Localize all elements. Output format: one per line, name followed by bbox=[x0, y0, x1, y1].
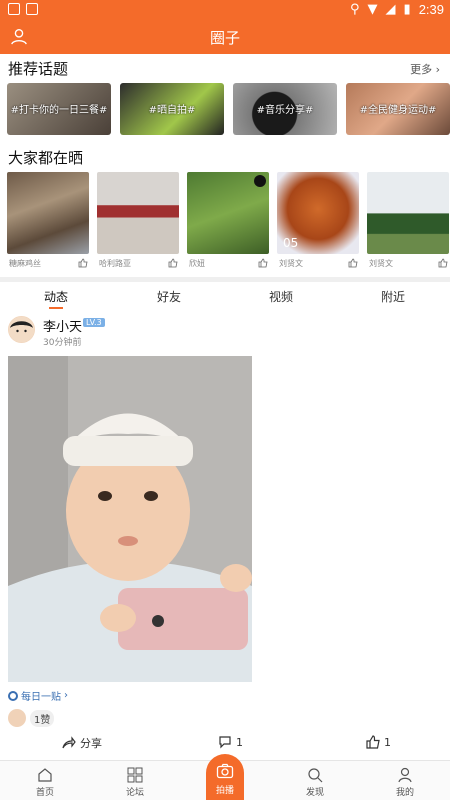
topic-card-fitness[interactable]: #全民健身运动# bbox=[346, 83, 450, 135]
nav-home-label: 首页 bbox=[35, 788, 54, 798]
share-button[interactable]: 分享 bbox=[62, 735, 102, 751]
thumbs-up-icon[interactable] bbox=[78, 258, 88, 268]
like-button[interactable]: 1 bbox=[366, 735, 391, 749]
photo-author: 刘贤文 bbox=[369, 259, 393, 268]
photo-thumbnail bbox=[367, 172, 449, 254]
photo-item[interactable]: 05 刘贤文 bbox=[277, 172, 359, 272]
status-time: 2:39 bbox=[418, 2, 444, 17]
nav-discover[interactable]: 发现 bbox=[285, 765, 345, 798]
section-divider bbox=[0, 277, 450, 282]
thumbs-up-icon[interactable] bbox=[168, 258, 178, 268]
nav-mine-label: 我的 bbox=[395, 788, 414, 798]
nav-mine[interactable]: 我的 bbox=[375, 765, 435, 798]
app-bar: 圈子 bbox=[0, 20, 450, 54]
photo-thumbnail bbox=[187, 172, 269, 254]
topic-label: #音乐分享# bbox=[256, 105, 314, 116]
post-topic-tag[interactable]: 每日一贴 › bbox=[8, 688, 68, 703]
signal-icon: ◢ bbox=[385, 2, 396, 17]
feed-tabs: 动态 好友 视频 附近 bbox=[0, 286, 450, 310]
topic-tag-label: 每日一贴 bbox=[21, 692, 61, 703]
photo-thumbnail: 05 bbox=[277, 172, 359, 254]
post-author-name[interactable]: 李小天 bbox=[43, 316, 82, 335]
app-notification-icon bbox=[26, 3, 38, 15]
location-icon: ⚲ bbox=[350, 2, 360, 17]
camera-icon bbox=[216, 763, 234, 779]
active-tab-indicator bbox=[49, 307, 63, 309]
status-bar: ⚲ ▼ ◢ ▮ 2:39 bbox=[0, 0, 450, 20]
photo-thumbnail bbox=[7, 172, 89, 254]
user-icon bbox=[398, 767, 412, 783]
thumbs-up-icon bbox=[366, 735, 380, 749]
post-timestamp: 30分钟前 bbox=[43, 338, 82, 348]
photo-item[interactable]: 刘贤文 bbox=[367, 172, 449, 272]
nav-shoot-label: 拍播 bbox=[215, 786, 234, 796]
share-icon bbox=[62, 736, 76, 749]
topic-label: #晒自拍# bbox=[148, 105, 196, 116]
home-icon bbox=[38, 768, 52, 782]
search-icon bbox=[308, 768, 323, 783]
avatar-face-icon bbox=[8, 316, 35, 343]
image-notification-icon bbox=[8, 3, 20, 15]
photo-author: 欣妞 bbox=[189, 259, 205, 268]
topic-tag-icon bbox=[8, 690, 18, 701]
tab-dynamic[interactable]: 动态 bbox=[16, 288, 96, 305]
battery-icon: ▮ bbox=[403, 2, 411, 17]
photo-item[interactable]: 哈利路亚 bbox=[97, 172, 179, 272]
nav-forum[interactable]: 论坛 bbox=[105, 765, 165, 798]
topic-card-meals[interactable]: #打卡你的一日三餐# bbox=[7, 83, 111, 135]
baby-photo bbox=[8, 356, 252, 682]
like-count: 1 bbox=[384, 735, 391, 749]
thumbs-up-icon[interactable] bbox=[438, 258, 448, 268]
level-badge: LV.3 bbox=[83, 318, 105, 327]
post-actions: 分享 1 1 bbox=[0, 735, 450, 753]
tab-video[interactable]: 视频 bbox=[241, 288, 321, 305]
likers-row: 1赞 bbox=[8, 709, 55, 727]
thumbs-up-icon[interactable] bbox=[258, 258, 268, 268]
topic-label: #全民健身运动# bbox=[359, 105, 437, 116]
topic-label: #打卡你的一日三餐# bbox=[10, 105, 108, 116]
chevron-right-icon: › bbox=[64, 690, 68, 701]
post-image[interactable] bbox=[8, 356, 252, 682]
wifi-icon: ▼ bbox=[367, 2, 378, 17]
chevron-right-icon: › bbox=[435, 63, 440, 76]
nav-forum-label: 论坛 bbox=[125, 788, 144, 798]
nav-home[interactable]: 首页 bbox=[15, 765, 75, 798]
topic-card-music[interactable]: #音乐分享# bbox=[233, 83, 337, 135]
play-icon bbox=[254, 175, 266, 187]
more-label: 更多 bbox=[410, 63, 433, 76]
photo-author: 哈利路亚 bbox=[99, 259, 131, 268]
comment-icon bbox=[219, 736, 231, 749]
topic-card-selfie[interactable]: #晒自拍# bbox=[120, 83, 224, 135]
photo-count-badge: 05 bbox=[283, 236, 299, 250]
comment-count: 1 bbox=[236, 735, 243, 749]
everyone-shows-title: 大家都在晒 bbox=[8, 149, 84, 167]
tab-nearby[interactable]: 附近 bbox=[353, 288, 433, 305]
photo-strip: 糖麻鸡丝 哈利路亚 欣妞 05 刘贤文 刘贤文 bbox=[7, 172, 450, 272]
photo-item[interactable]: 欣妞 bbox=[187, 172, 269, 272]
recommend-topics-title: 推荐话题 bbox=[8, 60, 69, 78]
thumbs-up-icon[interactable] bbox=[348, 258, 358, 268]
nav-discover-label: 发现 bbox=[305, 788, 324, 798]
topic-list: #打卡你的一日三餐# #晒自拍# #音乐分享# #全民健身运动# bbox=[7, 83, 450, 135]
photo-author: 糖麻鸡丝 bbox=[9, 259, 41, 268]
nav-shoot-button[interactable]: 拍播 bbox=[206, 754, 244, 800]
comment-button[interactable]: 1 bbox=[218, 735, 243, 749]
liker-avatar[interactable] bbox=[8, 709, 26, 727]
grid-icon bbox=[127, 767, 143, 783]
photo-thumbnail bbox=[97, 172, 179, 254]
photo-author: 刘贤文 bbox=[279, 259, 303, 268]
page-title: 圈子 bbox=[209, 29, 240, 47]
avatar[interactable] bbox=[8, 316, 35, 343]
photo-item[interactable]: 糖麻鸡丝 bbox=[7, 172, 89, 272]
like-count-badge: 1赞 bbox=[30, 709, 55, 727]
more-topics-link[interactable]: 更多 › bbox=[410, 61, 440, 77]
share-label: 分享 bbox=[80, 737, 102, 750]
tab-friends[interactable]: 好友 bbox=[129, 288, 209, 305]
